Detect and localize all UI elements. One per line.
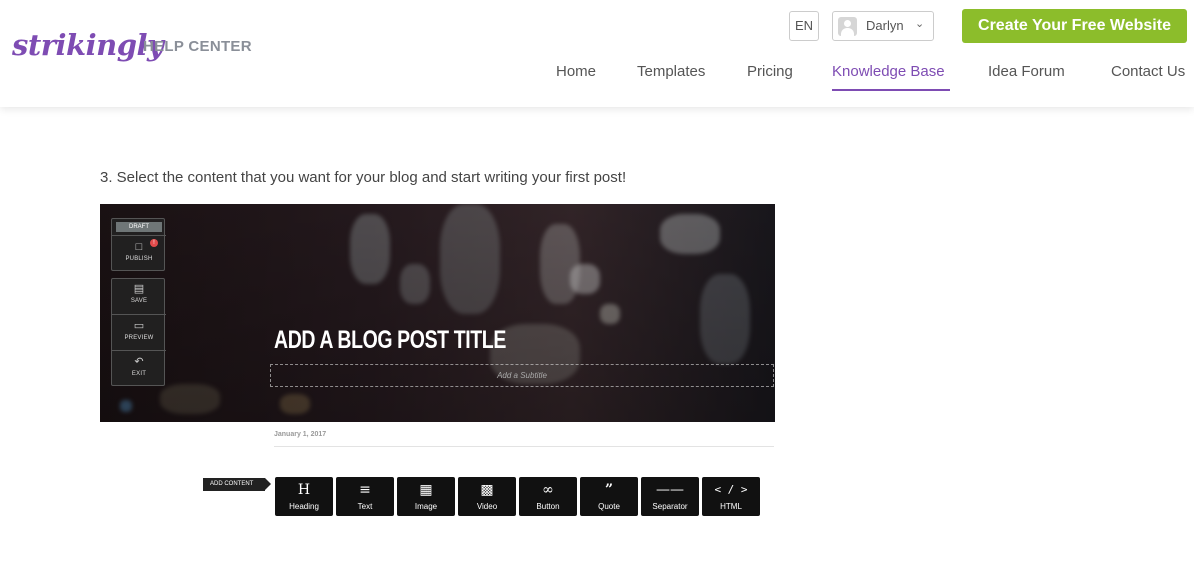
- back-arrow-icon: ↶: [134, 356, 144, 368]
- site-header: strikingly HELP CENTER EN Darlyn ⌄ Creat…: [0, 0, 1194, 107]
- post-title[interactable]: ADD A BLOG POST TITLE: [274, 326, 506, 355]
- separator-icon: ——: [656, 482, 684, 498]
- date-divider: [274, 446, 774, 447]
- tool-html[interactable]: < / > HTML: [702, 477, 760, 516]
- nav-knowledge-base[interactable]: Knowledge Base: [832, 63, 945, 80]
- nav-pricing[interactable]: Pricing: [747, 63, 793, 80]
- monitor-icon: ▭: [133, 320, 145, 332]
- preview-button[interactable]: ▭ PREVIEW: [112, 314, 166, 348]
- create-website-button[interactable]: Create Your Free Website: [962, 9, 1187, 43]
- nav-home[interactable]: Home: [556, 63, 596, 80]
- film-icon: ▩: [480, 482, 494, 498]
- publish-panel: DRAFT □ PUBLISH !: [111, 218, 166, 271]
- nav-contact-us[interactable]: Contact Us: [1111, 63, 1185, 80]
- user-menu-button[interactable]: Darlyn ⌄: [832, 11, 934, 41]
- tool-heading[interactable]: H Heading: [275, 477, 333, 516]
- exit-button[interactable]: ↶ EXIT: [112, 350, 166, 384]
- editor-screenshot: DRAFT □ PUBLISH ! ▤ SAVE ▭ PREVIEW ↶ EXI…: [100, 204, 775, 534]
- blog-hero-image: DRAFT □ PUBLISH ! ▤ SAVE ▭ PREVIEW ↶ EXI…: [100, 204, 775, 422]
- nav-idea-forum[interactable]: Idea Forum: [988, 63, 1065, 80]
- quote-icon: ”: [604, 482, 614, 498]
- text-lines-icon: ≡: [359, 482, 371, 498]
- user-name: Darlyn: [866, 18, 904, 33]
- help-center-label[interactable]: HELP CENTER: [143, 38, 252, 55]
- alert-badge: !: [150, 239, 158, 247]
- avatar: [838, 17, 857, 36]
- save-button[interactable]: ▤ SAVE: [112, 278, 166, 312]
- subtitle-field[interactable]: Add a Subtitle: [270, 364, 774, 387]
- nav-templates[interactable]: Templates: [637, 63, 705, 80]
- save-icon: ▤: [133, 283, 145, 295]
- tool-text[interactable]: ≡ Text: [336, 477, 394, 516]
- add-content-label: ADD CONTENT: [203, 478, 271, 491]
- image-icon: ▦: [419, 482, 433, 498]
- post-date: January 1, 2017: [274, 431, 327, 438]
- tool-button[interactable]: ∞ Button: [519, 477, 577, 516]
- tool-video[interactable]: ▩ Video: [458, 477, 516, 516]
- heading-icon: H: [297, 482, 311, 498]
- tool-image[interactable]: ▦ Image: [397, 477, 455, 516]
- link-icon: ∞: [542, 482, 554, 498]
- chevron-down-icon: ⌄: [915, 18, 925, 30]
- draft-badge: DRAFT: [116, 222, 162, 232]
- publish-button[interactable]: □ PUBLISH: [112, 235, 166, 271]
- tool-separator[interactable]: —— Separator: [641, 477, 699, 516]
- active-nav-indicator: [832, 89, 950, 91]
- code-icon: < / >: [714, 483, 748, 496]
- strikingly-logo[interactable]: strikingly: [12, 28, 164, 62]
- step-instruction: 3. Select the content that you want for …: [100, 169, 627, 186]
- tool-quote[interactable]: ” Quote: [580, 477, 638, 516]
- language-selector[interactable]: EN: [789, 11, 819, 41]
- editor-actions-panel: ▤ SAVE ▭ PREVIEW ↶ EXIT: [111, 278, 166, 386]
